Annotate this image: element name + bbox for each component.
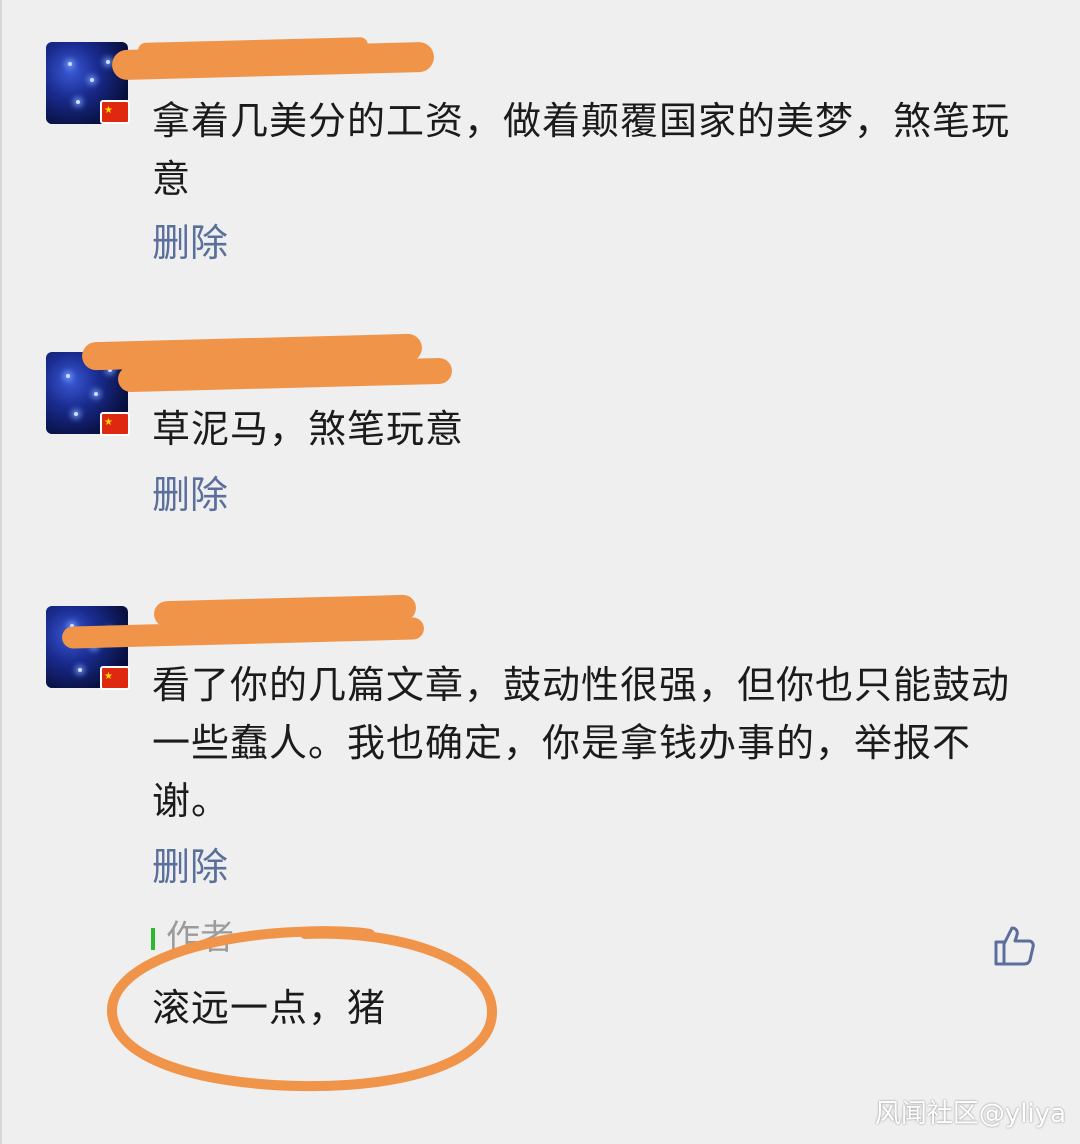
china-flag-icon: ★ bbox=[100, 666, 130, 690]
delete-button[interactable]: 删除 bbox=[152, 842, 228, 892]
watermark: 风闻社区@yliya bbox=[874, 1099, 1066, 1129]
thumbs-up-icon[interactable] bbox=[990, 922, 1038, 970]
author-label: 作者 bbox=[166, 918, 234, 958]
author-reply-text: 滚远一点，猪 bbox=[152, 986, 387, 1030]
comment-text: 看了你的几篇文章，鼓动性很强，但你也只能鼓动一些蠢人。我也确定，你是拿钱办事的，… bbox=[152, 663, 1011, 823]
comment-3: ★ 看了你的几篇文章，鼓动性很强，但你也只能鼓动一些蠢人。我也确定，你是拿钱办事… bbox=[0, 0, 1080, 900]
author-indicator-bar bbox=[151, 928, 155, 950]
